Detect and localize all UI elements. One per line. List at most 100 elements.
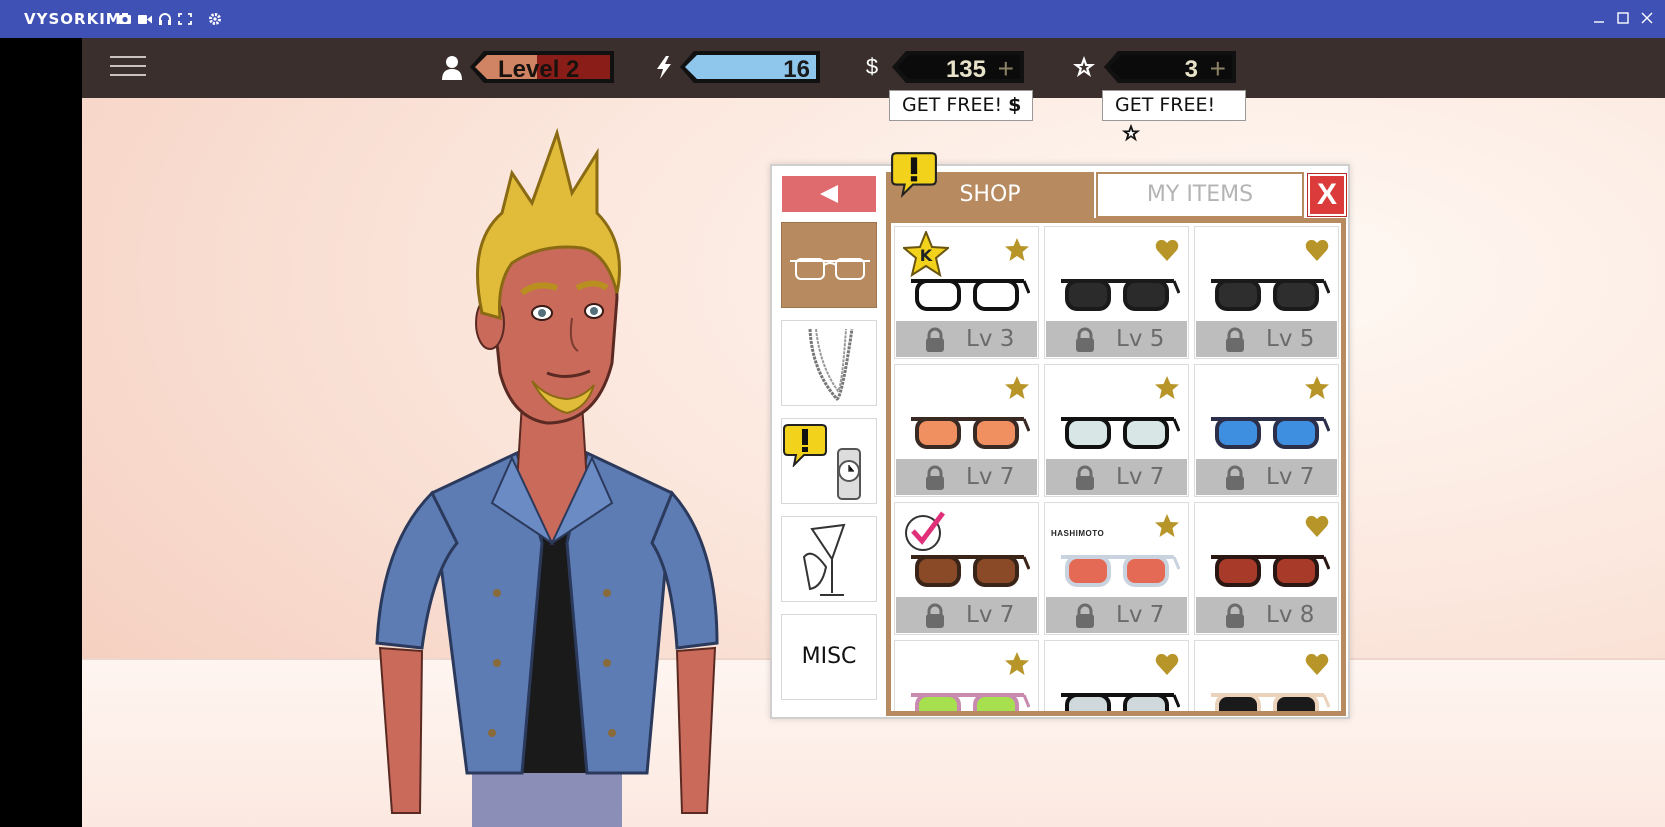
add-stars-icon[interactable]: + bbox=[1210, 53, 1226, 83]
level-lock-bar: Lv 7 bbox=[1046, 597, 1187, 633]
heart-icon bbox=[1305, 515, 1329, 537]
player-avatar bbox=[375, 127, 719, 827]
category-misc[interactable]: MISC bbox=[781, 614, 877, 700]
owned-check-icon bbox=[905, 511, 945, 551]
get-free-money-button[interactable]: GET FREE! $ bbox=[889, 90, 1033, 121]
fullscreen-icon[interactable] bbox=[178, 9, 192, 29]
lock-icon bbox=[1076, 327, 1094, 352]
shop-item[interactable]: Lv 7 bbox=[894, 502, 1039, 635]
minimize-icon[interactable] bbox=[1591, 6, 1607, 30]
level-requirement: Lv 7 bbox=[1266, 464, 1315, 490]
lock-icon bbox=[1226, 465, 1244, 490]
dollar-icon: $ bbox=[1008, 94, 1022, 116]
level-requirement: Lv 7 bbox=[966, 464, 1015, 490]
k-star-icon: K bbox=[903, 231, 949, 277]
shop-item[interactable]: K Lv 3 bbox=[894, 226, 1039, 359]
lock-icon bbox=[1076, 603, 1094, 628]
shop-item[interactable]: HASHIMOTO Lv 7 bbox=[1044, 502, 1189, 635]
money-counter[interactable]: 135 + bbox=[892, 51, 1024, 83]
item-grid[interactable]: K Lv 3 Lv 5 Lv 5 Lv 7 Lv 7 Lv 7 Lv 7 HASHIMOTO Lv… bbox=[886, 218, 1346, 716]
star-icon bbox=[1005, 652, 1029, 675]
category-glasses[interactable] bbox=[781, 222, 877, 308]
close-icon[interactable] bbox=[1639, 6, 1655, 30]
level-lock-bar: Lv 3 bbox=[896, 321, 1037, 357]
toolbar bbox=[118, 9, 222, 29]
video-icon[interactable] bbox=[138, 9, 152, 29]
level-lock-bar: Lv 7 bbox=[896, 597, 1037, 633]
level-lock-bar: Lv 5 bbox=[1046, 321, 1187, 357]
level-lock-bar: Lv 7 bbox=[896, 459, 1037, 495]
energy-value: 16 bbox=[783, 56, 810, 83]
lock-icon bbox=[926, 327, 944, 352]
level-requirement: Lv 7 bbox=[966, 602, 1015, 628]
shop-item[interactable]: Lv 5 bbox=[1044, 226, 1189, 359]
star-icon bbox=[1005, 238, 1029, 261]
app-title: VYSORKIM bbox=[24, 10, 122, 28]
shop-item[interactable]: Lv 7 bbox=[1044, 364, 1189, 497]
star-icon bbox=[1155, 376, 1179, 399]
shop-item[interactable] bbox=[894, 640, 1039, 711]
level-lock-bar: Lv 7 bbox=[1196, 459, 1337, 495]
shop-item[interactable]: Lv 8 bbox=[1194, 502, 1339, 635]
category-necklaces[interactable] bbox=[781, 320, 877, 406]
heart-icon bbox=[1155, 653, 1179, 675]
tab-my-items[interactable]: MY ITEMS bbox=[1096, 172, 1304, 218]
sunglasses-icon bbox=[1211, 417, 1330, 449]
level-label: Level 2 bbox=[498, 56, 580, 83]
add-money-icon[interactable]: + bbox=[998, 53, 1014, 83]
lock-icon bbox=[1226, 603, 1244, 628]
settings-icon[interactable] bbox=[208, 9, 222, 29]
headset-icon[interactable] bbox=[158, 9, 172, 29]
stars-counter[interactable]: 3 + bbox=[1104, 51, 1236, 83]
alert-badge-icon bbox=[783, 424, 827, 467]
get-free-money-label: GET FREE! bbox=[902, 94, 1003, 116]
sunglasses-icon bbox=[1061, 417, 1180, 449]
glasses-icon bbox=[790, 258, 870, 280]
level-lock-bar: Lv 5 bbox=[1196, 321, 1337, 357]
energy-meter: 16 bbox=[680, 51, 820, 83]
camera-icon[interactable] bbox=[118, 9, 132, 29]
dollar-icon: $ bbox=[865, 54, 879, 79]
back-button[interactable] bbox=[782, 176, 876, 212]
level-requirement: Lv 5 bbox=[1266, 326, 1315, 352]
sunglasses-icon bbox=[911, 693, 1030, 711]
shop-item[interactable] bbox=[1044, 640, 1189, 711]
shop-item[interactable] bbox=[1194, 640, 1339, 711]
maximize-icon[interactable] bbox=[1615, 6, 1631, 30]
star-icon bbox=[1005, 376, 1029, 399]
shop-panel: MISC SHOP MY ITEMS X K Lv 3 Lv 5 Lv 5 Lv 7 Lv… bbox=[770, 152, 1350, 719]
game-viewport[interactable]: Level 2 16 $ 135 + 3 + GET FREE! $ GET FR… bbox=[82, 38, 1665, 827]
money-value: 135 bbox=[945, 56, 986, 83]
level-indicator: Level 2 bbox=[470, 51, 614, 83]
sunglasses-icon bbox=[1211, 555, 1330, 587]
star-icon bbox=[1155, 514, 1179, 537]
star-icon bbox=[1121, 123, 1141, 142]
hud-bar: Level 2 16 $ 135 + 3 + bbox=[82, 38, 1665, 98]
sunglasses-icon bbox=[1061, 279, 1180, 311]
level-requirement: Lv 7 bbox=[1116, 602, 1165, 628]
stars-value: 3 bbox=[1184, 56, 1198, 83]
level-lock-bar: Lv 7 bbox=[1046, 459, 1187, 495]
necklace-icon bbox=[808, 328, 854, 401]
category-watches[interactable] bbox=[781, 418, 877, 504]
level-lock-bar: Lv 8 bbox=[1196, 597, 1337, 633]
category-drinks[interactable] bbox=[781, 516, 877, 602]
heart-icon bbox=[1155, 239, 1179, 261]
close-shop-button[interactable]: X bbox=[1307, 173, 1347, 217]
letterbox-left bbox=[0, 38, 82, 827]
shop-item[interactable]: Lv 7 bbox=[1194, 364, 1339, 497]
hamburger-menu-button[interactable] bbox=[110, 56, 146, 80]
get-free-stars-button[interactable]: GET FREE! bbox=[1102, 90, 1246, 142]
lock-icon bbox=[926, 603, 944, 628]
cocktail-glass-icon bbox=[802, 523, 846, 596]
alert-badge-icon bbox=[891, 152, 937, 198]
lock-icon bbox=[1076, 465, 1094, 490]
sunglasses-icon bbox=[1211, 693, 1330, 711]
heart-icon bbox=[1305, 653, 1329, 675]
shop-item[interactable]: Lv 7 bbox=[894, 364, 1039, 497]
sunglasses-icon bbox=[911, 417, 1030, 449]
title-bar: VYSORKIM bbox=[0, 0, 1665, 38]
shop-item[interactable]: Lv 5 bbox=[1194, 226, 1339, 359]
svg-text:K: K bbox=[920, 246, 933, 265]
level-requirement: Lv 8 bbox=[1266, 602, 1315, 628]
